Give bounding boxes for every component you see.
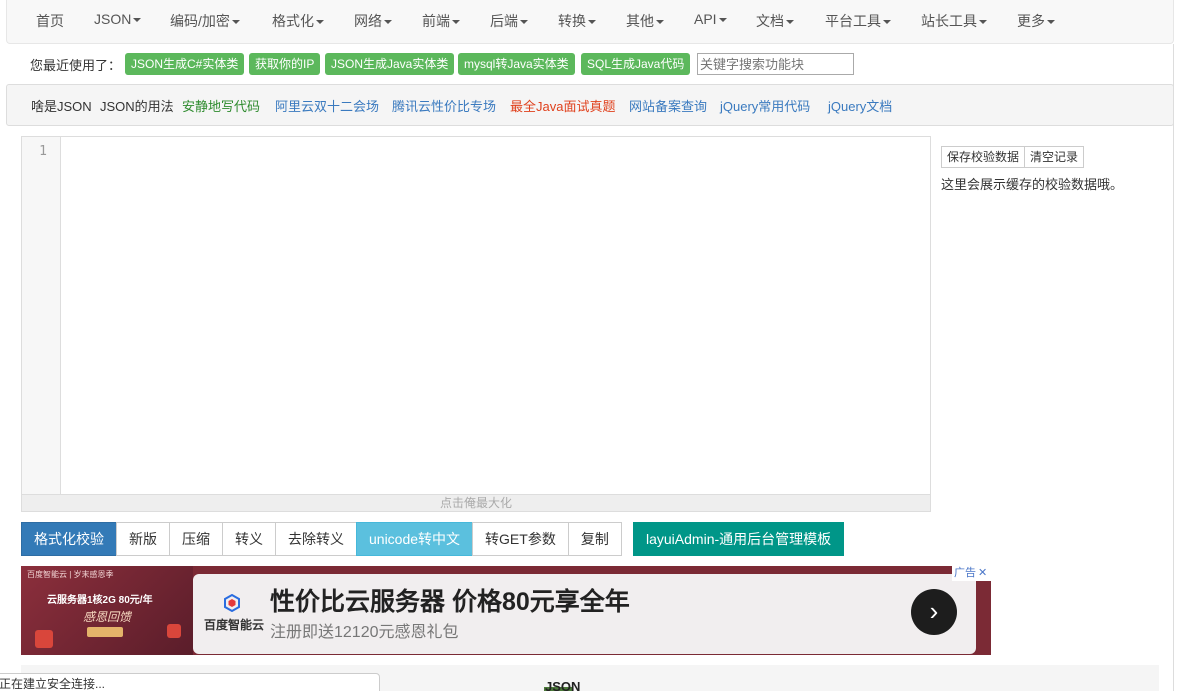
nav-item-label: 格式化 bbox=[272, 13, 314, 29]
save-validation-button[interactable]: 保存校验数据 bbox=[941, 146, 1026, 168]
nav-item-label: 站长工具 bbox=[921, 13, 977, 29]
ad-label-text: 广告 bbox=[954, 567, 976, 579]
caret-down-icon bbox=[718, 18, 727, 23]
unescape-button[interactable]: 去除转义 bbox=[275, 522, 357, 556]
nav-item-label: API bbox=[694, 11, 717, 27]
recent-tag-get-ip[interactable]: 获取你的IP bbox=[249, 53, 321, 75]
nav-item-docs[interactable]: 文档 bbox=[756, 11, 794, 31]
format-validate-button[interactable]: 格式化校验 bbox=[21, 522, 117, 556]
json-editor[interactable]: 1 点击俺最大化 bbox=[21, 136, 931, 512]
nav-item-other[interactable]: 其他 bbox=[626, 11, 664, 31]
ad-promo-image: 百度智能云 | 岁末感恩季 云服务器1核2G 80元/年 感恩回馈 bbox=[21, 566, 193, 655]
ad-title: 性价比云服务器 价格80元享全年 bbox=[270, 588, 630, 616]
nav-item-home[interactable]: 首页 bbox=[36, 11, 64, 31]
caret-down-icon bbox=[1047, 20, 1055, 25]
link-jquery-snippets[interactable]: jQuery常用代码 bbox=[720, 96, 810, 115]
nav-item-more[interactable]: 更多 bbox=[1017, 11, 1055, 31]
recent-tag-sql-java[interactable]: SQL生成Java代码 bbox=[581, 53, 691, 75]
ad-subtitle: 注册即送12120元感恩礼包 bbox=[270, 624, 459, 641]
links-bar: 啥是JSON JSON的用法 安静地写代码 阿里云双十二会场 腾讯云性价比专场 … bbox=[6, 84, 1174, 126]
nav-item-label: 转换 bbox=[558, 13, 586, 29]
to-get-params-button[interactable]: 转GET参数 bbox=[472, 522, 569, 556]
nav-item-label: 首页 bbox=[36, 13, 64, 29]
ad-card[interactable]: 百度智能云 性价比云服务器 价格80元享全年 注册即送12120元感恩礼包 › bbox=[193, 574, 976, 654]
ad-label[interactable]: 广告 ✕ bbox=[952, 566, 991, 581]
escape-button[interactable]: 转义 bbox=[222, 522, 276, 556]
nav-item-label: 平台工具 bbox=[825, 13, 881, 29]
nav-item-json[interactable]: JSON bbox=[94, 11, 142, 27]
nav-item-label: 前端 bbox=[422, 13, 450, 29]
nav-item-label: 更多 bbox=[1017, 13, 1045, 29]
caret-down-icon bbox=[588, 20, 596, 25]
caret-down-icon bbox=[520, 20, 528, 25]
link-java-interview[interactable]: 最全Java面试真题 bbox=[510, 96, 615, 115]
page-right-border bbox=[1173, 44, 1174, 691]
nav-item-label: 编码/加密 bbox=[170, 13, 230, 29]
ad-promo-line2: 感恩回馈 bbox=[83, 610, 132, 624]
nav-item-backend[interactable]: 后端 bbox=[490, 11, 528, 31]
nav-item-label: 后端 bbox=[490, 13, 518, 29]
link-aliyun-promo[interactable]: 阿里云双十二会场 bbox=[275, 96, 379, 115]
link-jquery-docs[interactable]: jQuery文档 bbox=[828, 96, 892, 115]
baidu-cloud-logo-icon bbox=[224, 594, 240, 612]
nav-item-label: 文档 bbox=[756, 13, 784, 29]
caret-down-icon bbox=[979, 20, 987, 25]
link-json-usage[interactable]: JSON的用法 bbox=[100, 96, 174, 115]
nav-item-network[interactable]: 网络 bbox=[354, 11, 392, 31]
function-search-input[interactable] bbox=[697, 53, 854, 75]
cache-empty-text: 这里会展示缓存的校验数据哦。 bbox=[941, 177, 1124, 192]
recent-tag-mysql-java[interactable]: mysql转Java实体类 bbox=[458, 53, 575, 75]
nav-item-format[interactable]: 格式化 bbox=[272, 11, 324, 31]
link-icp-query[interactable]: 网站备案查询 bbox=[629, 96, 707, 115]
ad-brand-small: 百度智能云 | 岁末感恩季 bbox=[27, 570, 114, 579]
gift-icon bbox=[167, 624, 181, 638]
compress-button[interactable]: 压缩 bbox=[169, 522, 223, 556]
action-button-group: 格式化校验 新版 压缩 转义 去除转义 unicode转中文 转GET参数 复制 bbox=[21, 522, 622, 556]
line-number: 1 bbox=[39, 144, 47, 159]
recent-tag-json-csharp[interactable]: JSON生成C#实体类 bbox=[125, 53, 245, 75]
caret-down-icon bbox=[883, 20, 891, 25]
caret-down-icon bbox=[786, 20, 794, 25]
browser-status-bar: 正在建立安全连接... bbox=[0, 673, 380, 691]
recent-tag-json-java[interactable]: JSON生成Java实体类 bbox=[325, 53, 455, 75]
caret-down-icon bbox=[231, 20, 240, 25]
caret-down-icon bbox=[384, 20, 392, 25]
ad-promo-line1: 云服务器1核2G 80元/年 bbox=[47, 595, 153, 606]
nav-item-convert[interactable]: 转换 bbox=[558, 11, 596, 31]
nav-item-platform-tools[interactable]: 平台工具 bbox=[825, 11, 891, 31]
gift-icon bbox=[35, 630, 53, 648]
caret-down-icon bbox=[133, 18, 142, 23]
nav-item-frontend[interactable]: 前端 bbox=[422, 11, 460, 31]
link-tencent-promo[interactable]: 腾讯云性价比专场 bbox=[392, 96, 496, 115]
ad-banner[interactable]: 百度智能云 | 岁末感恩季 云服务器1核2G 80元/年 感恩回馈 百度智能云 … bbox=[21, 566, 991, 655]
ad-logo-text: 百度智能云 bbox=[204, 618, 265, 632]
recent-tools-bar: 您最近使用了： JSON生成C#实体类 获取你的IP JSON生成Java实体类… bbox=[6, 48, 1174, 80]
json-logo-text: JSON bbox=[545, 679, 581, 691]
nav-item-api[interactable]: API bbox=[694, 11, 727, 27]
nav-item-label: 网络 bbox=[354, 13, 382, 29]
caret-down-icon bbox=[452, 20, 460, 25]
layui-admin-button[interactable]: layuiAdmin-通用后台管理模板 bbox=[633, 522, 845, 556]
maximize-bar[interactable]: 点击俺最大化 bbox=[22, 494, 930, 511]
nav-item-label: JSON bbox=[94, 11, 132, 27]
cache-button-group: 保存校验数据 清空记录 bbox=[941, 146, 1085, 168]
nav-item-webmaster-tools[interactable]: 站长工具 bbox=[921, 11, 987, 31]
ad-promo-chip bbox=[87, 627, 123, 637]
caret-down-icon bbox=[316, 20, 324, 25]
top-navbar: 首页 JSON 编码/加密 格式化 网络 前端 后端 转换 其他 API 文档 … bbox=[6, 0, 1174, 44]
line-gutter: 1 bbox=[22, 137, 61, 495]
unicode-to-chinese-button[interactable]: unicode转中文 bbox=[356, 522, 474, 556]
caret-down-icon bbox=[656, 20, 664, 25]
nav-item-label: 其他 bbox=[626, 13, 654, 29]
close-icon[interactable]: ✕ bbox=[978, 567, 987, 579]
clear-records-button[interactable]: 清空记录 bbox=[1024, 146, 1085, 168]
copy-button[interactable]: 复制 bbox=[567, 522, 622, 556]
link-what-is-json[interactable]: 啥是JSON bbox=[31, 96, 92, 115]
recent-label: 您最近使用了： bbox=[30, 58, 122, 73]
link-quiet-code[interactable]: 安静地写代码 bbox=[182, 96, 260, 115]
arrow-right-icon[interactable]: › bbox=[911, 589, 957, 635]
json-logo: JSON bbox=[544, 679, 581, 691]
nav-item-encode[interactable]: 编码/加密 bbox=[170, 11, 240, 31]
new-version-button[interactable]: 新版 bbox=[116, 522, 170, 556]
